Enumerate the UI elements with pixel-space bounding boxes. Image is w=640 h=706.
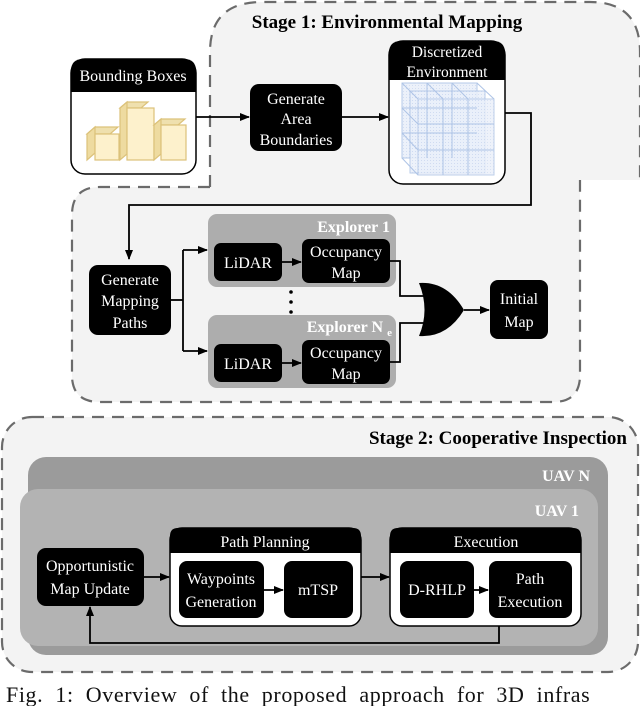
waypoints-line-1: Waypoints	[187, 571, 255, 588]
generate-area-line-2: Area	[280, 111, 311, 128]
uav-1-label: UAV 1	[535, 503, 579, 520]
generate-mapping-line-1: Generate	[101, 272, 159, 289]
generate-area-line-1: Generate	[267, 91, 325, 108]
path-planning-title: Path Planning	[220, 534, 309, 551]
generate-mapping-line-3: Paths	[113, 315, 148, 332]
opportunistic-map-update-box: Opportunistic Map Update	[37, 548, 144, 606]
path-execution-line-2: Execution	[498, 594, 563, 611]
discretized-line-1: Discretized	[412, 44, 483, 61]
explorer-1-title: Explorer 1	[317, 219, 390, 236]
generate-area-boundaries-box: Generate Area Boundaries	[250, 84, 342, 151]
waypoints-line-2: Generation	[185, 594, 256, 611]
voxel-grid-icon	[401, 82, 495, 176]
explorer-ne-subscript: e	[387, 327, 392, 339]
bounding-boxes-card: Bounding Boxes	[70, 58, 197, 175]
initial-map-line-1: Initial	[500, 291, 539, 308]
path-execution-line-1: Path	[516, 571, 544, 588]
stage2-title: Stage 2: Cooperative Inspection	[369, 428, 627, 449]
explorer-ne-title: Explorer N	[307, 319, 384, 336]
explorer-1-lidar-label: LiDAR	[224, 255, 272, 272]
figure-caption: Fig. 1: Overview of the proposed approac…	[6, 682, 591, 706]
generate-area-line-3: Boundaries	[260, 132, 333, 149]
bounding-boxes-label: Bounding Boxes	[79, 68, 186, 85]
generate-mapping-paths-box: Generate Mapping Paths	[89, 265, 171, 335]
mtsp-label: mTSP	[298, 582, 338, 599]
explorer-1-occupancy-line-1: Occupancy	[310, 244, 382, 261]
execution-card: Execution D-RHLP Path Execution	[389, 527, 582, 627]
explorer-ne-lidar-label: LiDAR	[224, 356, 272, 373]
explorer-ne-occupancy-line-1: Occupancy	[310, 345, 382, 362]
explorer-1-panel: Explorer 1 LiDAR Occupancy Map	[208, 214, 396, 287]
generate-mapping-line-2: Mapping	[101, 293, 159, 310]
stage1-title: Stage 1: Environmental Mapping	[252, 12, 523, 33]
explorer-ne-occupancy-line-2: Map	[331, 366, 360, 383]
path-planning-card: Path Planning Waypoints Generation mTSP	[169, 527, 362, 627]
opportunistic-line-2: Map Update	[50, 581, 130, 598]
initial-map-line-2: Map	[504, 314, 533, 331]
explorer-ne-panel: Explorer N e LiDAR Occupancy Map	[208, 315, 396, 388]
opportunistic-line-1: Opportunistic	[46, 558, 134, 575]
uav-n-label: UAV N	[542, 468, 590, 485]
discretized-line-2: Environment	[407, 64, 489, 81]
execution-title: Execution	[454, 534, 519, 551]
drhlp-label: D-RHLP	[408, 582, 466, 599]
initial-map-box: Initial Map	[490, 280, 548, 339]
explorer-1-occupancy-line-2: Map	[331, 265, 360, 282]
diagram-canvas: Stage 1: Environmental Mapping Bounding …	[0, 0, 640, 674]
discretized-environment-card: Discretized Environment	[388, 40, 506, 185]
